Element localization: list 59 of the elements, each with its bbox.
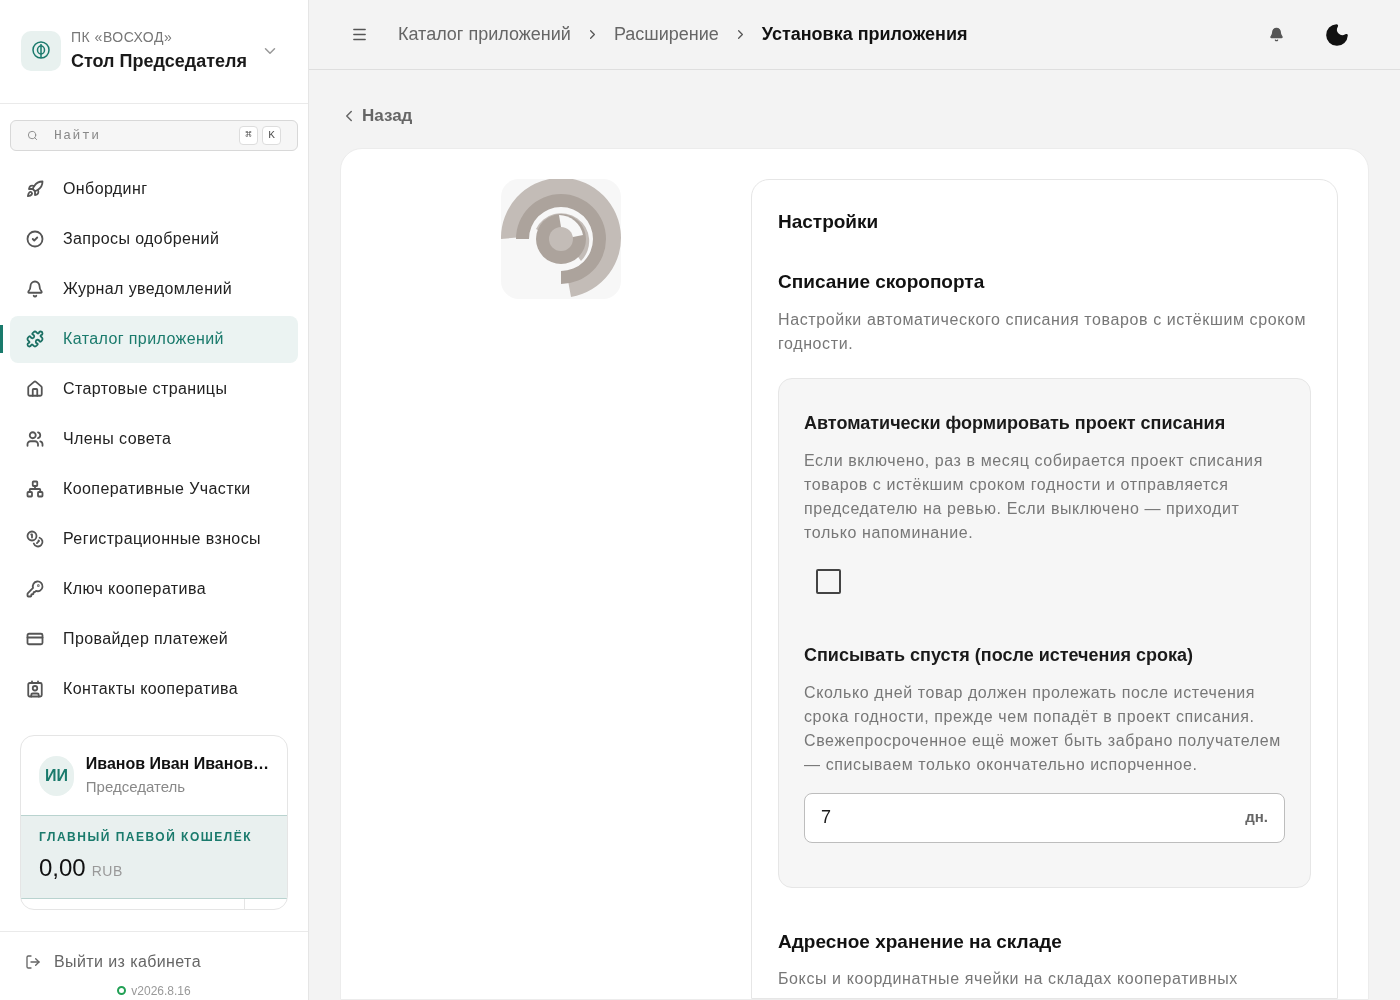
breadcrumb-link[interactable]: Каталог приложений <box>398 21 571 48</box>
nav-item[interactable]: Запросы одобрений <box>10 215 298 263</box>
house-icon <box>26 380 44 399</box>
number-field[interactable]: 7 дн. <box>804 792 1285 843</box>
app-logo-icon <box>501 178 621 299</box>
back-button[interactable]: Назад <box>340 103 413 129</box>
logout-link[interactable]: Выйти из кабинета <box>25 950 283 974</box>
org-title: Стол Председателя <box>71 50 248 74</box>
avatar: ИИ <box>39 755 74 796</box>
user-name: Иванов Иван Иванов… <box>85 754 269 775</box>
field-label: Автоматически формировать проект списания <box>804 411 1227 435</box>
wallet-balance: 0,00 <box>39 852 86 883</box>
wallet-currency: RUB <box>91 861 123 881</box>
moon-icon[interactable] <box>1324 21 1350 48</box>
nav-item[interactable]: Журнал уведомлений <box>10 265 298 313</box>
check-circle-icon <box>26 230 44 249</box>
nav-item[interactable]: Ключ кооператива <box>10 565 298 613</box>
nav-item[interactable]: Онбординг <box>10 165 298 213</box>
checkbox[interactable] <box>816 568 841 594</box>
search-icon <box>27 130 38 142</box>
breadcrumb-link[interactable]: Установка приложения <box>761 21 968 48</box>
field-description: Если включено, раз в месяц собирается проект списания товаров с истёкшим сроком годности и отправляется председателю на ревью. Если выключено — приходит только напоминание. <box>804 450 1264 543</box>
field-description: Сколько дней товар должен пролежать после истечения срока годности, прежде чем попадёт в проект списания. Свежепросроченное ещё может быть забрано получателем — списываем только окончательно испорченное. <box>804 682 1282 775</box>
menu-icon[interactable] <box>351 26 368 43</box>
section-title: Адресное хранение на складе <box>778 929 1063 954</box>
search-placeholder: Найти <box>54 126 102 145</box>
shortcut-key: K <box>262 126 281 146</box>
section-description: Настройки автоматического списания товаров с истёкшим сроком годности. <box>778 309 1308 354</box>
section-description: Боксы и координатные ячейки на складах кооперативных <box>778 969 1239 989</box>
rocket-icon <box>26 180 44 199</box>
wallet-label: ГЛАВНЫЙ ПАЕВОЙ КОШЕЛЁК <box>39 828 254 846</box>
logout-icon <box>25 954 41 970</box>
nav-item[interactable]: Стартовые страницы <box>10 365 298 413</box>
nav-item[interactable]: Кооперативные Участки <box>10 465 298 513</box>
active-indicator <box>0 325 3 354</box>
nav-item[interactable]: Члены совета <box>10 415 298 463</box>
hierarchy-icon <box>26 480 44 499</box>
org-subtitle: ПК «ВОСХОД» <box>71 28 174 48</box>
nav-item[interactable]: Провайдер платежей <box>10 615 298 663</box>
puzzle-icon <box>26 330 44 349</box>
coins-icon <box>26 530 44 549</box>
nav-item[interactable]: Каталог приложений <box>10 315 298 363</box>
settings-title: Настройки <box>778 209 880 234</box>
shortcut-key: ⌘ <box>239 126 258 146</box>
key-icon <box>26 580 44 599</box>
user-role: Председатель <box>85 777 187 798</box>
section-title: Списание скоропорта <box>778 270 986 294</box>
contact-card-icon <box>26 680 44 699</box>
unit-suffix: дн. <box>1245 807 1268 828</box>
field-value: 7 <box>821 806 832 829</box>
bell-icon <box>26 280 44 299</box>
breadcrumb-link[interactable]: Расширение <box>613 21 719 48</box>
version-label: v2026.8.16 <box>131 983 191 1000</box>
search-field[interactable]: Найти ⌘ K <box>10 119 298 152</box>
nav-item[interactable]: Контакты кооператива <box>10 665 298 713</box>
field-label: Списывать спустя (после истечения срока) <box>804 643 1195 667</box>
people-icon <box>26 430 44 449</box>
bell-icon[interactable] <box>1269 27 1284 42</box>
nav-item[interactable]: Регистрационные взносы <box>10 515 298 563</box>
